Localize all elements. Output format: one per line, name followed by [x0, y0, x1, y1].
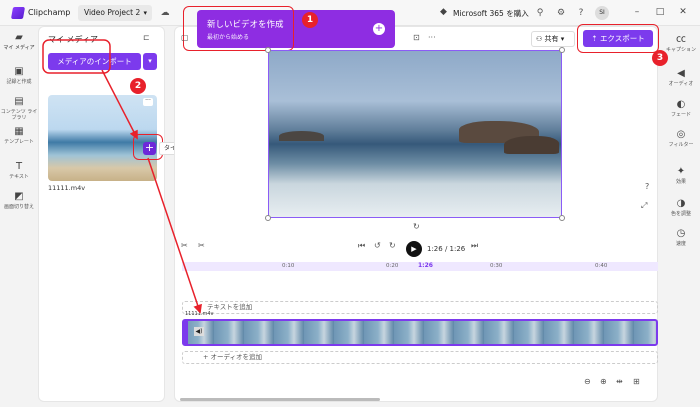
left-nav-rail: ▰ マイ メディア ▣ 記録と作成 ▤ コンテンツ ライブラリ ▦ テンプレート… [0, 26, 38, 407]
app-name: Clipchamp [28, 8, 71, 17]
speed-icon: ◷ [676, 228, 686, 239]
playback-time: 1:26 / 1:26 [427, 245, 466, 253]
text-track[interactable]: テキストを追加 [182, 301, 658, 314]
fullscreen-icon[interactable]: ⤢ [641, 201, 647, 211]
media-panel: マイ メディア ⊏ メディアのインポート ▾ ··· 11111.m4v [38, 26, 165, 402]
chevron-down-icon: ▾ [143, 9, 147, 17]
rail-item-my-media[interactable]: ▰ マイ メディア [0, 32, 38, 51]
zoom-in-icon[interactable]: ⊕ [600, 377, 607, 386]
preview-rock [279, 131, 324, 141]
video-preview[interactable] [268, 50, 562, 218]
skip-forward-icon[interactable]: ⏭ [471, 241, 478, 251]
rail-item-speed[interactable]: ◷ 速度 [662, 228, 700, 247]
clip-trim-handle[interactable] [184, 321, 188, 344]
rail-item-captions[interactable]: ㏄ キャプション [662, 34, 700, 53]
captions-icon: ㏄ [676, 34, 686, 45]
filter-icon: ◎ [676, 129, 686, 140]
split-icon[interactable]: ✂ [181, 241, 188, 250]
help-icon[interactable]: ? [574, 6, 588, 20]
people-icon: ⚇ [536, 35, 545, 43]
step-badge-1: 1 [302, 12, 318, 28]
rail-item-record[interactable]: ▣ 記録と作成 [0, 66, 38, 85]
rail-item-library[interactable]: ▤ コンテンツ ライブラリ [0, 96, 38, 121]
forward-icon[interactable]: ↻ [389, 241, 396, 250]
effects-icon: ✦ [676, 166, 686, 177]
right-properties-rail: ㏄ キャプション ◀ オーディオ ◐ フェード ◎ フィルター ✦ 効果 ◑ 色… [662, 26, 700, 407]
cloud-sync-icon[interactable]: ☁ [159, 7, 171, 19]
help-circle-icon[interactable]: ? [645, 182, 649, 191]
resize-handle[interactable] [265, 47, 271, 53]
ruler-tick: 0:10 [282, 263, 295, 269]
media-file-name: 11111.m4v [48, 184, 86, 192]
library-icon: ▤ [14, 96, 24, 107]
rail-item-transitions[interactable]: ◩ 画面切り替え [0, 191, 38, 210]
text-track-label: テキストを追加 [207, 303, 253, 311]
play-button[interactable]: ▶ [406, 241, 422, 257]
diamond-icon: ◆ [440, 7, 447, 17]
rewind-icon[interactable]: ↺ [374, 241, 381, 250]
ruler-tick: 0:40 [595, 263, 608, 269]
skip-back-icon[interactable]: ⏮ [358, 241, 365, 251]
ruler-tick: 0:30 [490, 263, 503, 269]
import-options-button[interactable]: ▾ [143, 53, 157, 70]
clipchamp-logo-icon [10, 7, 26, 19]
rail-item-color[interactable]: ◑ 色を調整 [662, 198, 700, 217]
rail-item-filters[interactable]: ◎ フィルター [662, 129, 700, 148]
rail-item-effects[interactable]: ✦ 効果 [662, 166, 700, 185]
rail-item-text[interactable]: T テキスト [0, 161, 38, 180]
folder-icon: ▰ [15, 32, 23, 43]
plus-icon: + [373, 23, 385, 35]
transition-icon: ◩ [14, 191, 24, 202]
rail-item-fade[interactable]: ◐ フェード [662, 99, 700, 118]
color-icon: ◑ [676, 198, 686, 209]
close-icon[interactable]: ✕ [676, 5, 690, 19]
avatar[interactable]: SI [595, 6, 609, 20]
share-link-icon[interactable]: ⚲ [533, 6, 547, 20]
text-icon: T [15, 161, 23, 172]
camera-icon: ▣ [14, 66, 24, 77]
project-name: Video Project 2 [84, 8, 141, 17]
rail-item-audio[interactable]: ◀ オーディオ [662, 68, 700, 87]
audio-icon: ◀ [677, 68, 685, 79]
audio-track-label: + オーディオを追加 [203, 353, 263, 361]
step-badge-2: 2 [130, 78, 146, 94]
timeline-scrollbar[interactable] [180, 398, 380, 401]
collapse-panel-icon[interactable]: ⊏ [143, 33, 150, 42]
more-options-icon[interactable]: ··· [143, 98, 153, 106]
media-panel-title: マイ メディア [48, 35, 98, 44]
rotate-icon[interactable]: ↻ [413, 222, 420, 231]
annotation-ring [183, 6, 294, 51]
aspect-ratio-icon[interactable]: ▢ [181, 33, 189, 42]
share-button[interactable]: ⚇ 共有 ▾ [531, 31, 575, 47]
fit-timeline-icon[interactable]: ⇹ [616, 377, 623, 386]
fade-icon: ◐ [676, 99, 686, 110]
resize-handle[interactable] [559, 215, 565, 221]
template-icon: ▦ [14, 126, 24, 137]
resize-handle[interactable] [265, 215, 271, 221]
buy-m365-link[interactable]: Microsoft 365 を購入 [453, 8, 529, 19]
more-tools-icon[interactable]: ··· [428, 33, 436, 42]
step-badge-3: 3 [652, 50, 668, 66]
clip-name: 11111.m4v [185, 311, 214, 317]
import-media-button[interactable]: メディアのインポート [48, 53, 141, 70]
rail-item-templates[interactable]: ▦ テンプレート [0, 126, 38, 145]
crop-icon[interactable]: ⊡ [413, 33, 420, 42]
preview-rock [504, 136, 559, 154]
project-name-dropdown[interactable]: Video Project 2 ▾ [78, 5, 152, 21]
video-clip[interactable] [182, 319, 658, 346]
ruler-tick: 0:20 [386, 263, 399, 269]
volume-icon[interactable]: ◀) [194, 327, 204, 336]
scissors-icon[interactable]: ✂ [198, 241, 205, 250]
playhead-time: 1:26 [418, 262, 433, 269]
resize-handle[interactable] [559, 47, 565, 53]
settings-gear-icon[interactable]: ⚙ [554, 6, 568, 20]
zoom-out-icon[interactable]: ⊖ [584, 377, 591, 386]
annotation-ring [577, 24, 659, 53]
minimize-icon[interactable]: – [630, 5, 644, 19]
maximize-icon[interactable]: □ [653, 5, 667, 19]
audio-track[interactable]: + オーディオを追加 [182, 351, 658, 364]
timeline-settings-icon[interactable]: ⊞ [633, 377, 640, 386]
